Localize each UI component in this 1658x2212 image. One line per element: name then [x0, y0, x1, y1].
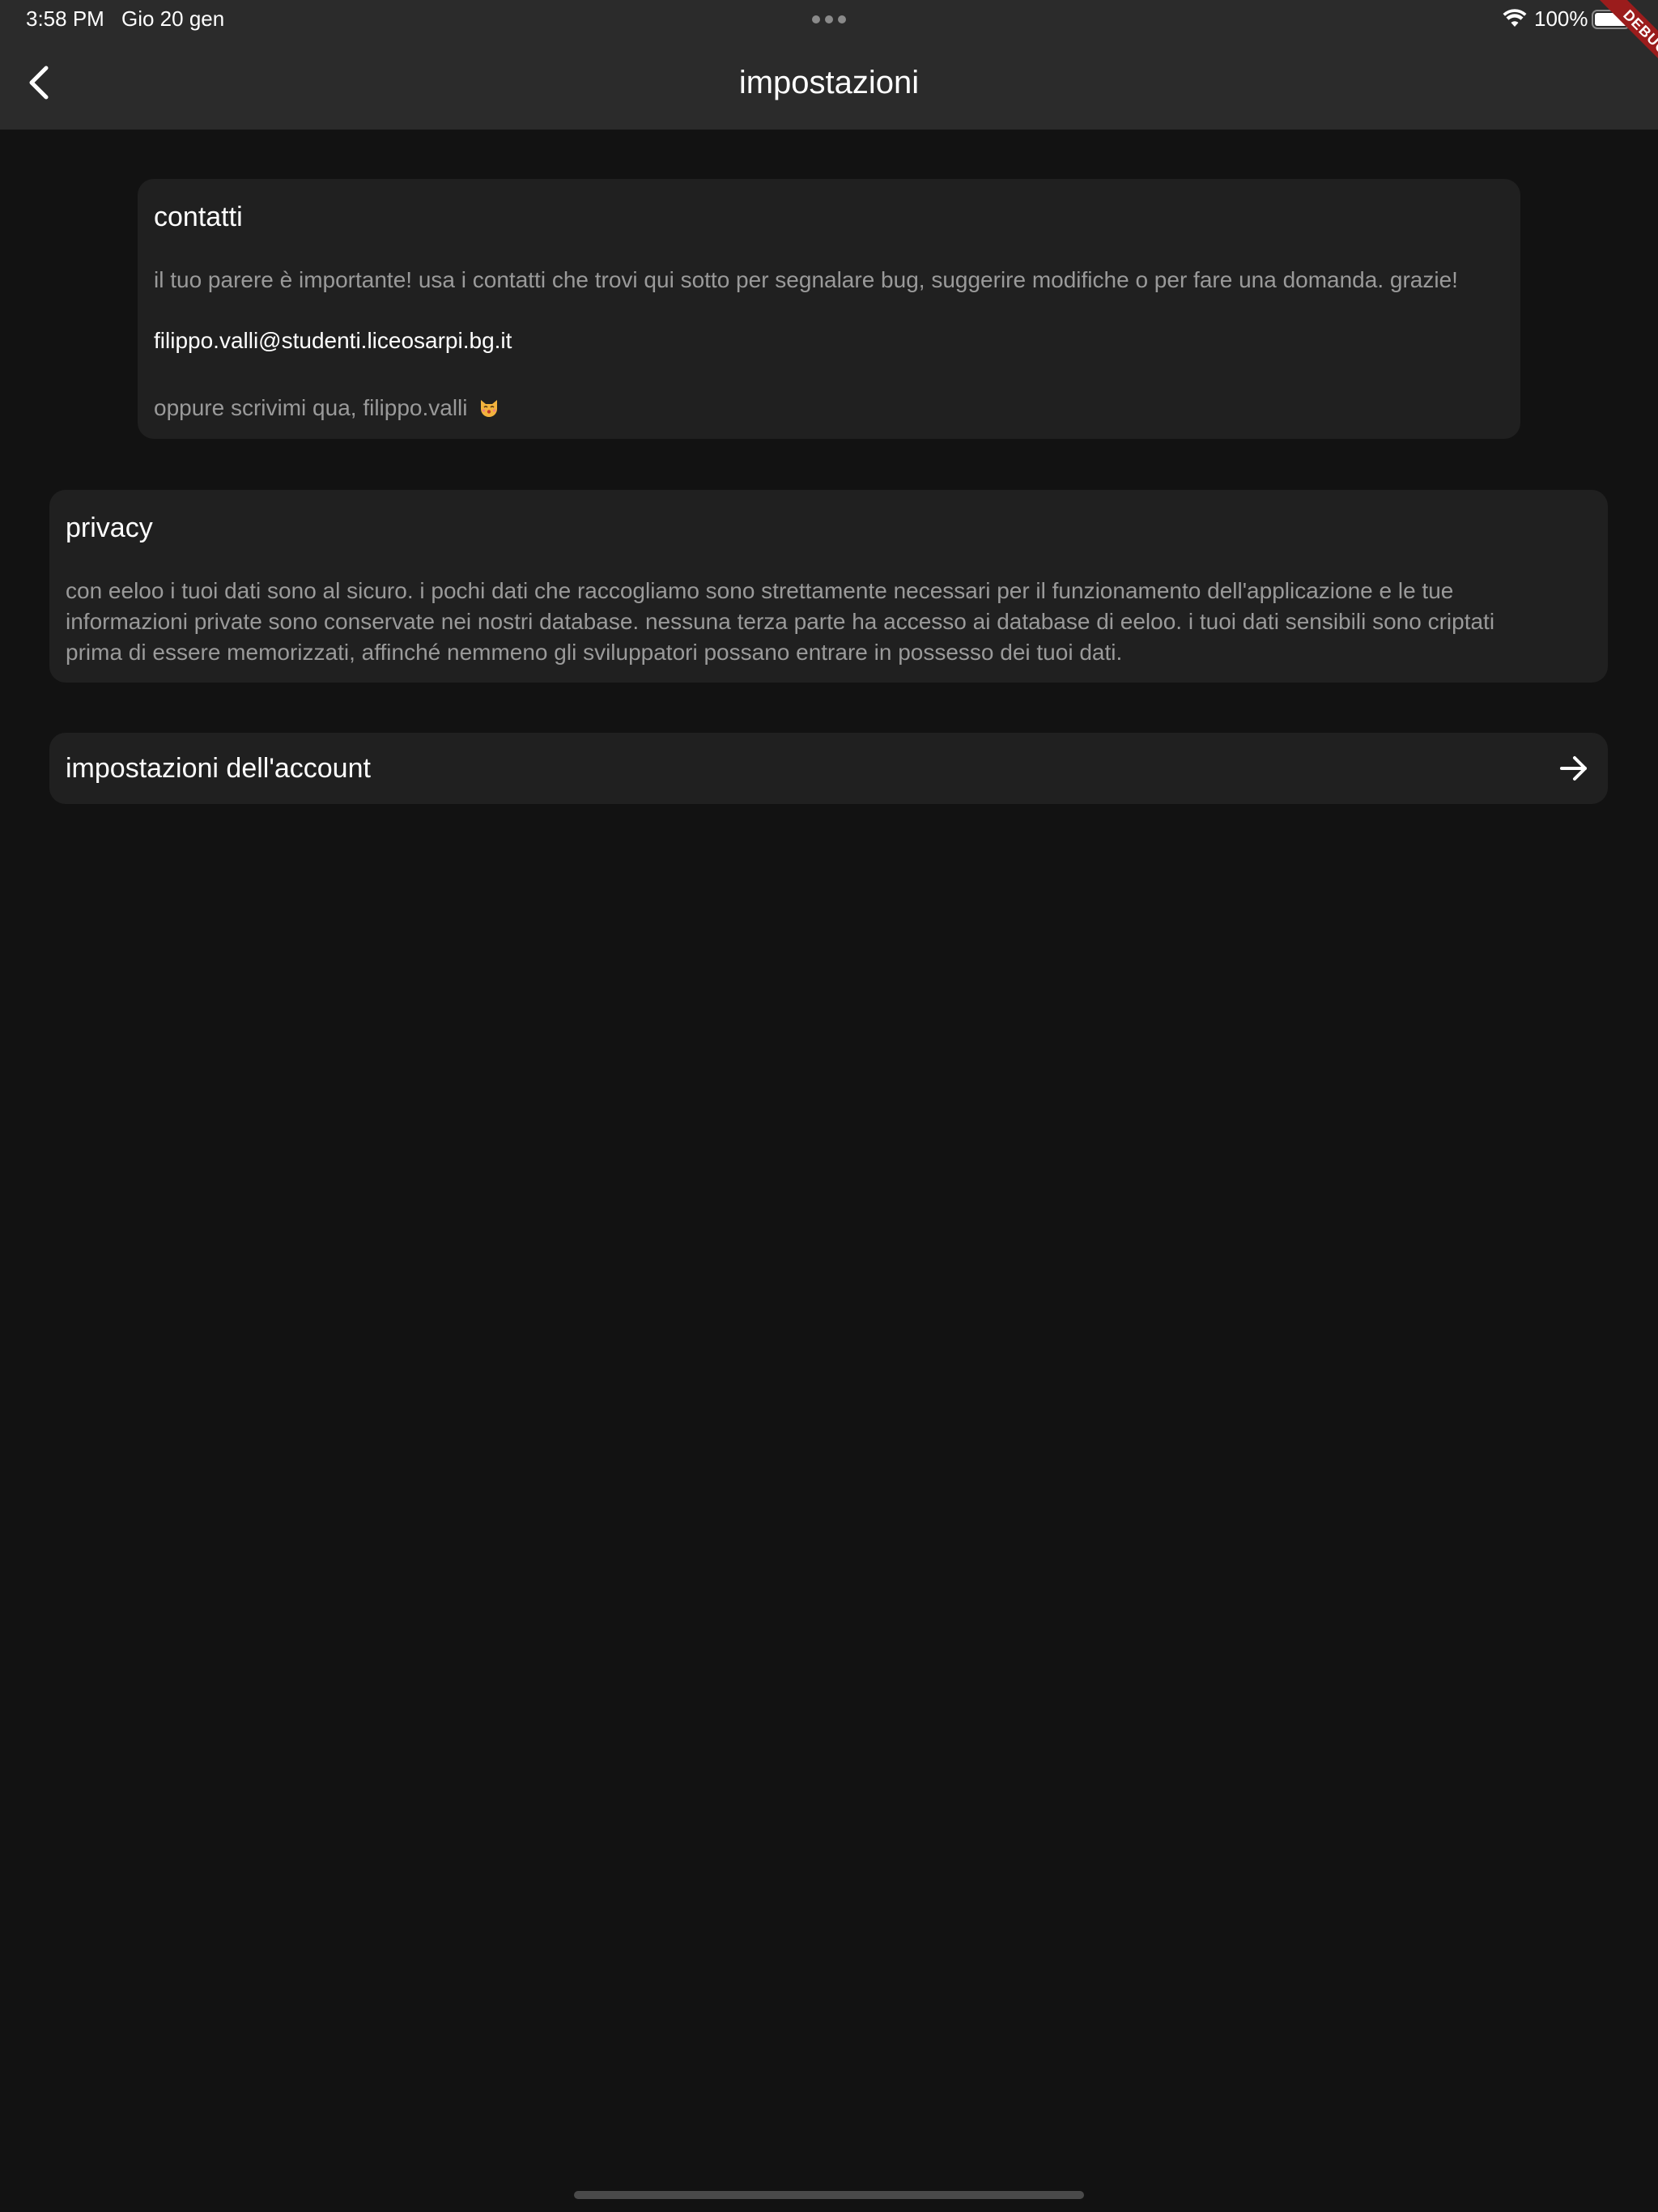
privacy-text-line-2: informazioni private sono conservate nei…: [66, 609, 1495, 634]
privacy-title: privacy: [66, 513, 153, 543]
app-bar: impostazioni: [0, 39, 1658, 130]
privacy-text-line-3: prima di essere memorizzati, affinché ne…: [66, 640, 1123, 665]
multitasking-dots-icon[interactable]: [812, 15, 846, 23]
status-bar: 3:58 PM Gio 20 gen 100%: [0, 0, 1658, 39]
debug-banner-label: DEBUG: [1590, 0, 1658, 81]
account-settings-label: impostazioni dell'account: [66, 753, 371, 784]
status-time: 3:58 PM: [26, 6, 104, 31]
home-indicator[interactable]: [574, 2191, 1084, 2199]
status-date: Gio 20 gen: [121, 6, 225, 31]
arrow-right-icon: [1560, 756, 1587, 781]
debug-banner: DEBUG: [1577, 0, 1658, 81]
alt-contact: oppure scrivimi qua, filippo.valli: [154, 393, 500, 423]
contatti-description: il tuo parere è importante! usa i contat…: [154, 267, 1458, 292]
privacy-text-line-1: con eeloo i tuoi dati sono al sicuro. i …: [66, 578, 1454, 603]
contatti-card: contatti il tuo parere è importante! usa…: [138, 179, 1520, 439]
account-settings-button[interactable]: impostazioni dell'account: [49, 733, 1608, 804]
page-title: impostazioni: [738, 65, 920, 100]
contatti-title: contatti: [154, 202, 243, 232]
cat-face-emoji-icon: [481, 400, 498, 417]
contact-email-link[interactable]: filippo.valli@studenti.liceosarpi.bg.it: [154, 325, 512, 356]
privacy-card: privacy con eeloo i tuoi dati sono al si…: [49, 490, 1608, 683]
wifi-icon: [1503, 9, 1527, 27]
alt-contact-text: oppure scrivimi qua, filippo.valli: [154, 395, 468, 420]
